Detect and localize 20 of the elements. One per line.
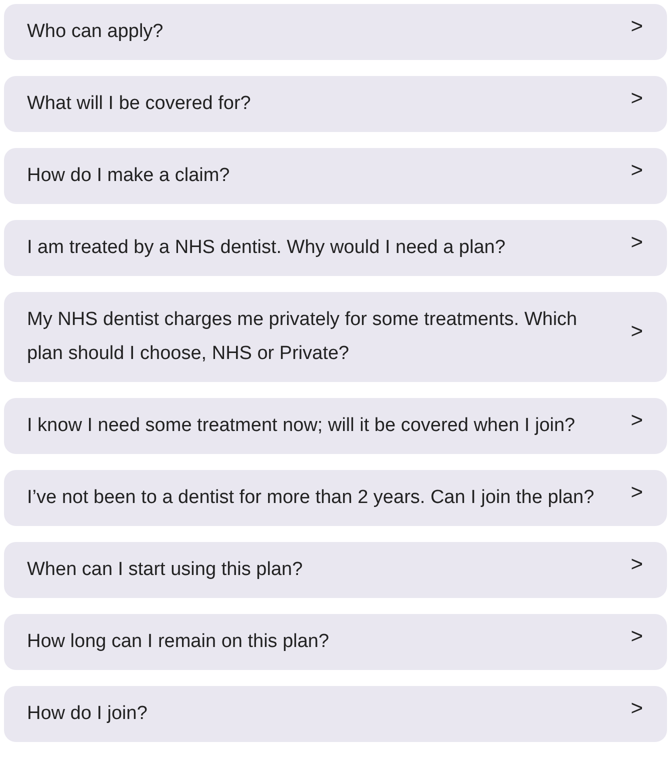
chevron-icon: >	[630, 15, 643, 39]
chevron-icon: >	[630, 697, 643, 721]
chevron-icon: >	[630, 231, 643, 255]
chevron-icon: >	[630, 625, 643, 649]
faq-question[interactable]: When can I start using this plan? >	[4, 542, 667, 598]
chevron-icon: >	[630, 320, 643, 344]
chevron-icon: >	[630, 553, 643, 577]
chevron-icon: >	[630, 481, 643, 505]
faq-question[interactable]: I’ve not been to a dentist for more than 2 years. Can I join the plan? >	[4, 470, 667, 526]
faq-question[interactable]: I am treated by a NHS dentist. Why would I need a plan? >	[4, 220, 667, 276]
faq-question[interactable]: What will I be covered for? >	[4, 76, 667, 132]
faq-question[interactable]: Who can apply? >	[4, 4, 667, 60]
faq-question[interactable]: How do I join? >	[4, 686, 667, 742]
chevron-icon: >	[630, 159, 643, 183]
faq-question[interactable]: My NHS dentist charges me privately for some treatments. Which plan should I choose, NHS or Private? >	[4, 292, 667, 382]
faq-question[interactable]: How do I make a claim? >	[4, 148, 667, 204]
faq-question[interactable]: I know I need some treatment now; will it be covered when I join? >	[4, 398, 667, 454]
faq-question[interactable]: How long can I remain on this plan? >	[4, 614, 667, 670]
chevron-icon: >	[630, 409, 643, 433]
chevron-icon: >	[630, 87, 643, 111]
